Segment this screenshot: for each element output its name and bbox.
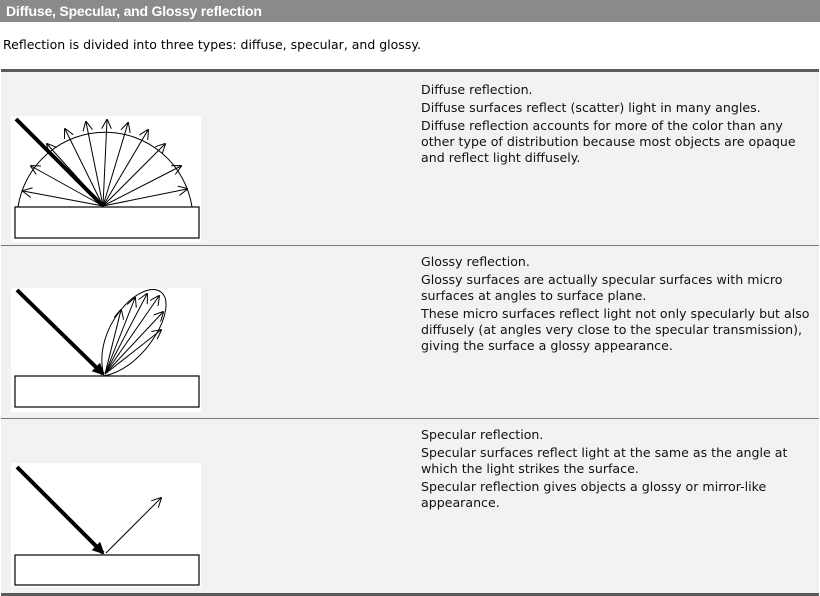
row-paragraph: These micro surfaces reflect light not o… (421, 306, 810, 353)
reflection-table: Diffuse reflection. Diffuse surfaces ref… (1, 69, 819, 596)
section-header: Diffuse, Specular, and Glossy reflection (0, 0, 820, 22)
glossy-description: Glossy reflection. Glossy surfaces are a… (421, 254, 813, 356)
row-paragraph: Diffuse surfaces reflect (scatter) light… (421, 100, 761, 115)
row-paragraph: Diffuse reflection accounts for more of … (421, 118, 796, 165)
row-title: Specular reflection. (421, 427, 544, 442)
section-title: Diffuse, Specular, and Glossy reflection (6, 3, 262, 19)
row-paragraph: Specular reflection gives objects a glos… (421, 479, 767, 510)
table-row-glossy: Glossy reflection. Glossy surfaces are a… (1, 246, 819, 419)
specular-reflection-diagram (11, 463, 201, 587)
diffuse-description: Diffuse reflection. Diffuse surfaces ref… (421, 82, 813, 168)
glossy-reflection-diagram (11, 288, 201, 412)
table-row-specular: Specular reflection. Specular surfaces r… (1, 419, 819, 593)
diffuse-reflection-diagram (11, 116, 201, 242)
row-title: Glossy reflection. (421, 254, 530, 269)
specular-description: Specular reflection. Specular surfaces r… (421, 427, 813, 513)
intro-text: Reflection is divided into three types: … (3, 37, 421, 52)
row-title: Diffuse reflection. (421, 82, 533, 97)
row-paragraph: Specular surfaces reflect light at the s… (421, 445, 788, 476)
table-row-diffuse: Diffuse reflection. Diffuse surfaces ref… (1, 72, 819, 246)
row-paragraph: Glossy surfaces are actually specular su… (421, 272, 783, 303)
